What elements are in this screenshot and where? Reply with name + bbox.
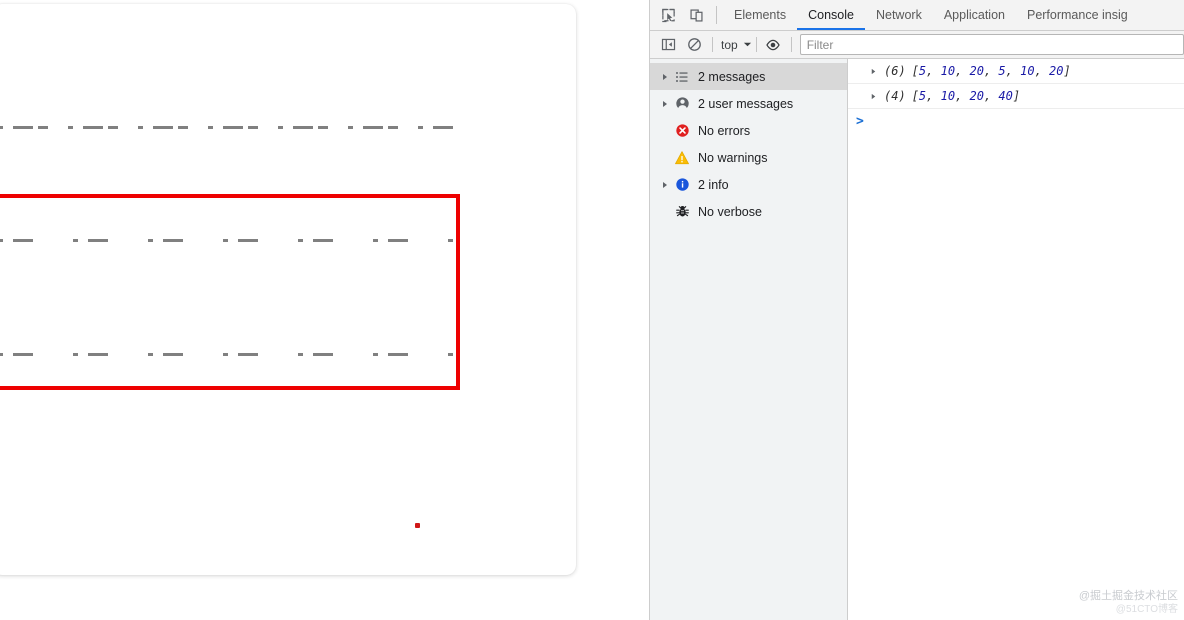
screenshot-root: Elements Console Network Application Per…	[0, 0, 1184, 620]
console-output: (6) [5, 10, 20, 5, 10, 20] (4) [5, 10, 2…	[848, 59, 1184, 620]
array-literal: [	[911, 64, 919, 78]
array-value: 10	[940, 89, 956, 103]
devtools-panel: Elements Console Network Application Per…	[649, 0, 1184, 620]
inspect-element-icon[interactable]	[658, 5, 678, 25]
sidebar-item-user-messages[interactable]: 2 user messages	[650, 90, 847, 117]
console-prompt[interactable]: >	[848, 109, 1184, 133]
actionbar-divider-1	[712, 37, 713, 52]
sidebar-item-errors[interactable]: No errors	[650, 117, 847, 144]
device-toolbar-icon[interactable]	[686, 5, 706, 25]
array-value: 5	[998, 64, 1006, 78]
array-value: 20	[1049, 64, 1064, 78]
sidebar-item-label: 2 messages	[698, 69, 766, 84]
array-value: 5	[918, 64, 927, 78]
array-length-badge: (6)	[884, 64, 906, 78]
prompt-symbol: >	[856, 113, 864, 129]
tab-elements[interactable]: Elements	[723, 0, 797, 30]
chevron-right-icon[interactable]	[658, 100, 672, 108]
watermark: @掘土掘金技术社区 @51CTO博客	[1079, 590, 1178, 616]
array-value: 10	[1020, 64, 1035, 78]
tab-console[interactable]: Console	[797, 0, 865, 30]
page-card	[0, 4, 576, 575]
sidebar-item-label: No verbose	[698, 204, 762, 219]
toolbar-divider	[716, 6, 717, 24]
console-actionbar: top	[650, 31, 1184, 59]
execution-context-select[interactable]: top	[719, 38, 754, 52]
console-sidebar: 2 messages 2 user messages No errors No …	[650, 59, 848, 620]
console-body: 2 messages 2 user messages No errors No …	[650, 59, 1184, 620]
sidebar-item-warnings[interactable]: No warnings	[650, 144, 847, 171]
sidebar-item-label: No warnings	[698, 150, 768, 165]
array-value: 10	[940, 64, 956, 78]
web-page-pane	[0, 0, 620, 620]
chevron-right-icon[interactable]	[658, 73, 672, 81]
chevron-right-icon[interactable]	[870, 68, 882, 75]
watermark-line-1: @掘土掘金技术社区	[1078, 589, 1178, 602]
array-value: 5	[918, 89, 927, 103]
red-highlight-rectangle	[0, 194, 460, 390]
info-icon	[672, 177, 692, 192]
filter-input[interactable]	[799, 34, 1184, 55]
devtools-tabbar: Elements Console Network Application Per…	[650, 0, 1184, 31]
execution-context-value: top	[721, 37, 738, 52]
console-message-row[interactable]: (4) [5, 10, 20, 40]	[848, 84, 1184, 109]
clear-console-icon[interactable]	[684, 35, 704, 55]
array-value: 20	[969, 89, 984, 103]
verbose-bug-icon	[672, 204, 692, 219]
array-value: 20	[969, 64, 984, 78]
console-message-row[interactable]: (6) [5, 10, 20, 5, 10, 20]	[848, 59, 1184, 84]
chevron-right-icon[interactable]	[870, 93, 882, 100]
watermark-line-2: @51CTO博客	[1115, 603, 1178, 615]
tab-performance-insights[interactable]: Performance insig	[1016, 0, 1139, 30]
user-icon	[672, 96, 692, 111]
dash-line-top	[0, 126, 453, 129]
sidebar-item-label: 2 info	[698, 177, 729, 192]
warning-icon	[672, 150, 692, 166]
sidebar-item-info[interactable]: 2 info	[650, 171, 847, 198]
sidebar-item-verbose[interactable]: No verbose	[650, 198, 847, 225]
devtools-toolbar-icons	[650, 0, 710, 30]
red-dot-marker	[415, 523, 420, 528]
console-sidebar-toggle-icon[interactable]	[658, 35, 678, 55]
list-icon	[672, 70, 692, 84]
sidebar-item-messages[interactable]: 2 messages	[650, 63, 847, 90]
error-icon	[672, 123, 692, 138]
tab-network[interactable]: Network	[865, 0, 933, 30]
chevron-down-icon	[743, 42, 751, 47]
live-expression-eye-icon[interactable]	[763, 35, 783, 55]
array-length-badge: (4)	[884, 89, 906, 103]
actionbar-divider-3	[790, 37, 792, 52]
sidebar-item-label: No errors	[698, 123, 751, 138]
actionbar-divider-2	[755, 37, 757, 52]
chevron-right-icon[interactable]	[658, 181, 672, 189]
array-value: 40	[998, 89, 1013, 103]
tab-application[interactable]: Application	[933, 0, 1016, 30]
sidebar-item-label: 2 user messages	[698, 96, 794, 111]
array-literal: [	[911, 89, 919, 103]
